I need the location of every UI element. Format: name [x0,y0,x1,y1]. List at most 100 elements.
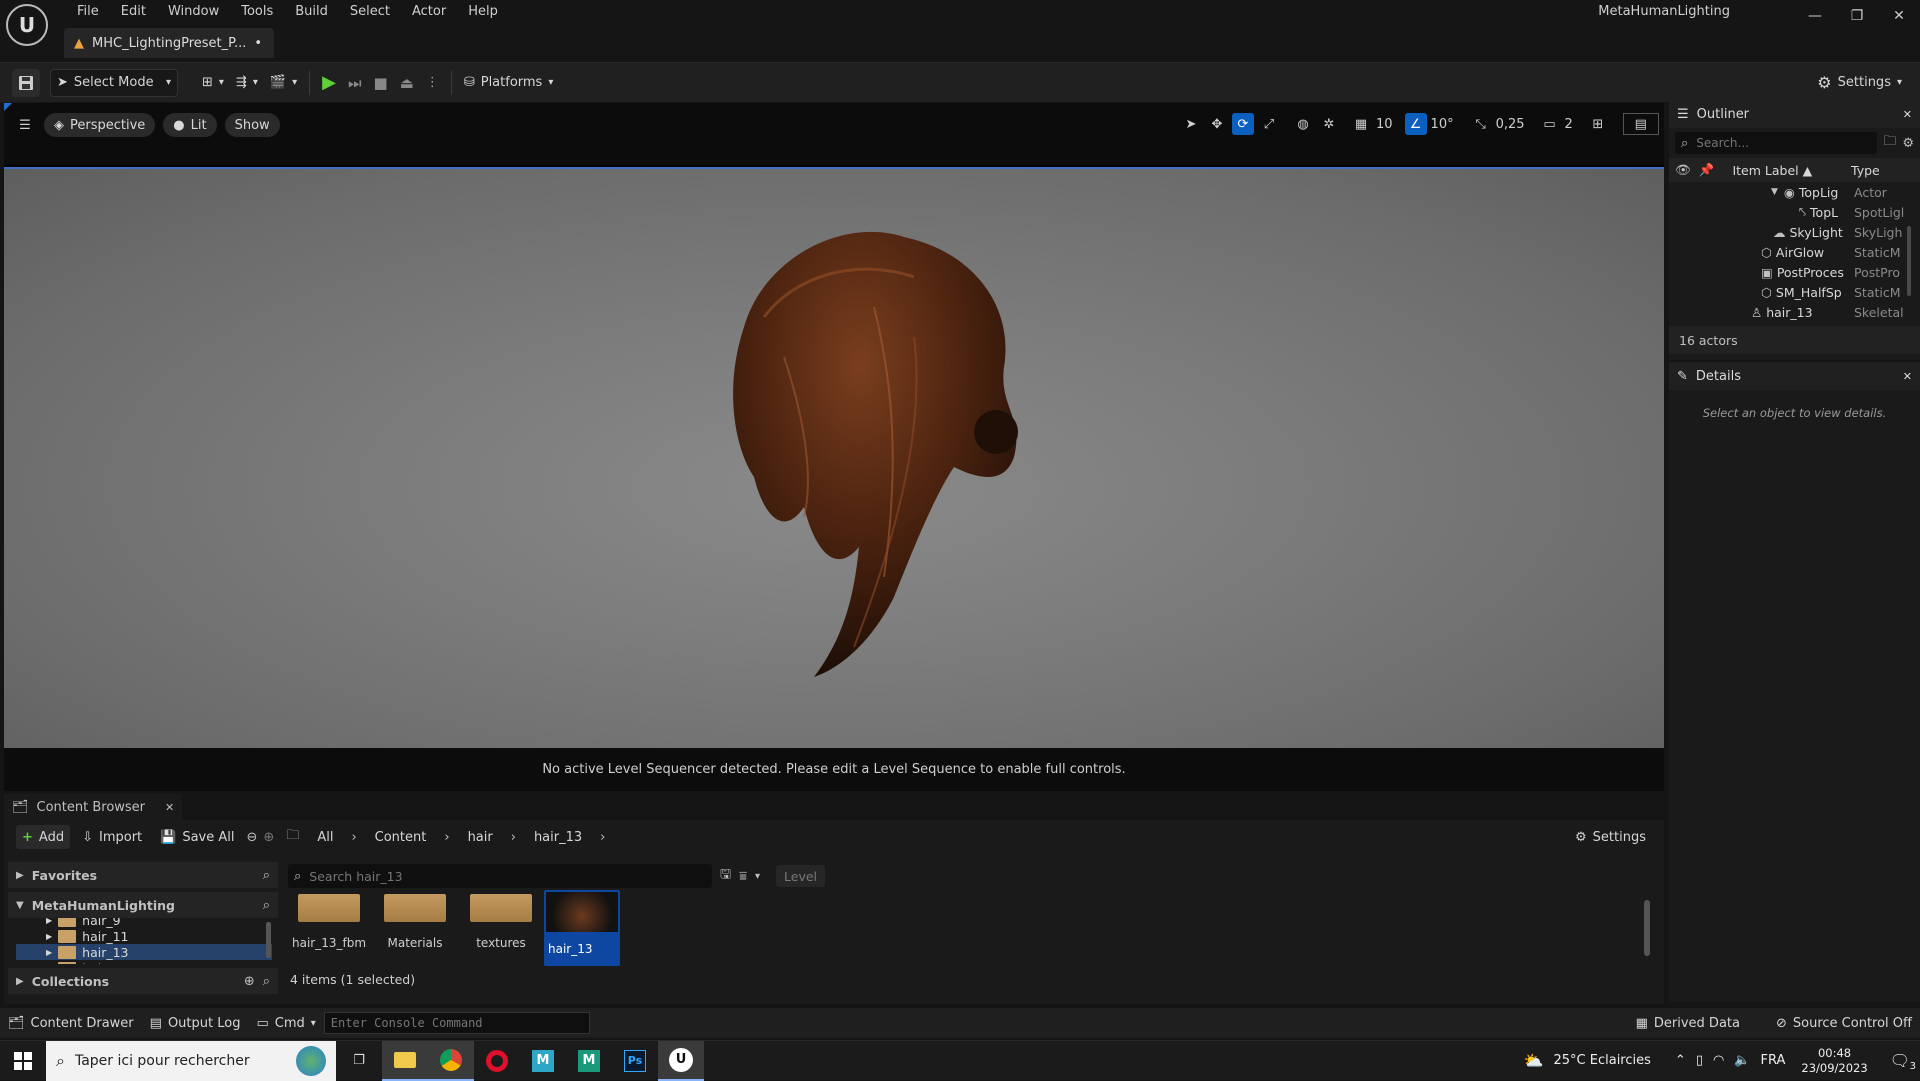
add-actor-button[interactable]: ⊞ ▾ [196,69,230,97]
project-header[interactable]: ▼ MetaHumanLighting ⌕ [8,892,278,918]
visibility-icon[interactable]: 👁 [1675,162,1691,178]
outliner-tab[interactable]: ☰ Outliner ✕ [1669,100,1920,128]
perspective-button[interactable]: ◈ Perspective [44,113,156,137]
add-collection-icon[interactable]: ⊕ [244,974,255,989]
breadcrumb-hair[interactable]: hair [462,825,499,849]
asset-scrollbar[interactable] [1644,900,1650,956]
viewport-layout-icon[interactable]: ▤ [1622,113,1659,135]
content-browser-tab[interactable]: 🗂 Content Browser ✕ [4,794,183,820]
surface-snap-icon[interactable]: ✲ [1318,113,1340,135]
collections-header[interactable]: ▶ Collections ⊕ ⌕ [8,968,278,994]
maya-2-icon[interactable]: M [566,1041,612,1081]
breadcrumb-hair-13[interactable]: hair_13 [528,825,588,849]
item-label-header[interactable]: Item Label ▲ [1732,163,1812,178]
forward-icon[interactable]: ⊕ [263,830,274,845]
menu-actor[interactable]: Actor [401,0,457,24]
search-icon[interactable]: ⌕ [263,974,270,989]
type-header[interactable]: Type [1851,163,1880,178]
add-button[interactable]: + Add [16,825,71,849]
taskbar-search-box[interactable]: ⌕ Taper ici pour rechercher [46,1040,336,1081]
unreal-engine-icon[interactable]: U [658,1040,704,1081]
menu-edit[interactable]: Edit [110,0,157,24]
translate-tool-icon[interactable]: ✥ [1206,113,1228,135]
maximize-viewport-icon[interactable]: ⊞ [1587,113,1609,135]
search-icon[interactable]: ⌕ [263,868,270,883]
outliner-row[interactable]: ♙ hair_13 Skeletal [1669,302,1920,322]
console-command-input[interactable] [323,1012,590,1034]
cmd-dropdown[interactable]: ▭ Cmd ▾ [248,1008,323,1038]
hair-model[interactable] [704,217,1044,677]
eject-icon[interactable]: ⏏ [394,69,420,97]
filter-icon[interactable]: ⩸ [739,869,747,884]
viewport-scene[interactable] [4,167,1664,748]
source-control-button[interactable]: ⊘ Source Control Off [1768,1008,1920,1038]
level-viewport[interactable]: ☰ ◈ Perspective ● Lit Show ➤ ✥ ⟳ ⤢ ◍ ✲ ▦… [4,103,1676,791]
windows-start-icon[interactable] [0,1041,46,1081]
save-all-button[interactable]: 💾 Save All [154,825,240,849]
restore-icon[interactable]: ❐ [1836,0,1878,32]
menu-window[interactable]: Window [157,0,230,24]
more-options-icon[interactable]: ⋮ [420,69,445,97]
asset-selected-hair-13[interactable]: hair_13 [544,890,620,966]
tablet-icon[interactable]: ▯ [1696,1053,1703,1068]
outliner-search-box[interactable]: ⌕ [1675,132,1878,154]
save-search-icon[interactable]: 🖫 [720,865,731,887]
outliner-search-input[interactable] [1694,135,1815,151]
world-space-icon[interactable]: ◍ [1292,113,1314,135]
content-drawer-button[interactable]: 🗂 Content Drawer [0,1008,142,1038]
scale-snap-icon[interactable]: ⤡ [1470,113,1492,135]
outliner-scrollbar[interactable] [1907,226,1911,296]
language-indicator[interactable]: FRA [1761,1053,1786,1068]
task-view-icon[interactable]: ❐ [336,1041,382,1081]
outliner-row[interactable]: ▣ PostProces PostPro [1669,262,1920,282]
chrome-icon[interactable] [428,1040,474,1081]
step-icon[interactable]: ⏭ [342,69,368,97]
derived-data-button[interactable]: ▦ Derived Data [1628,1008,1748,1038]
content-settings-button[interactable]: ⚙ Settings [1569,825,1652,849]
close-icon[interactable]: ✕ [165,801,174,814]
select-mode-dropdown[interactable]: ➤ Select Mode ▾ [50,68,178,97]
asset-folder[interactable]: textures [464,894,538,950]
outliner-row[interactable]: ⬡ AirGlow StaticM [1669,242,1920,262]
favorites-header[interactable]: ▶ Favorites ⌕ [8,862,278,888]
chevron-up-icon[interactable]: ⌃ [1675,1053,1686,1068]
stop-icon[interactable]: ■ [367,69,393,97]
show-button[interactable]: Show [224,113,280,137]
select-tool-icon[interactable]: ➤ [1180,113,1202,135]
camera-speed-icon[interactable]: ▭ [1539,113,1561,135]
volume-icon[interactable]: 🔈 [1734,1053,1750,1068]
tree-folder[interactable]: ▶ hair_14 [46,960,278,964]
menu-select[interactable]: Select [339,0,401,24]
rotation-snap-value[interactable]: 10° [1431,117,1454,132]
rotate-tool-icon[interactable]: ⟳ [1232,113,1254,135]
close-icon[interactable]: ✕ [1903,108,1912,121]
weather-icon[interactable]: ⛅ [1524,1051,1544,1070]
gear-icon[interactable]: ⚙ [1902,136,1914,151]
asset-search-input[interactable] [307,867,688,885]
asset-folder[interactable]: Materials [378,894,452,950]
search-icon[interactable]: ⌕ [263,898,270,913]
tree-folder[interactable]: ▶ hair_9 [46,918,278,928]
chevron-down-icon[interactable]: ▼ [1771,187,1778,197]
save-icon[interactable] [12,68,40,97]
asset-folder[interactable]: hair_13_fbm [292,894,366,950]
file-explorer-icon[interactable] [382,1040,428,1081]
tree-scrollbar[interactable] [266,922,271,958]
scale-tool-icon[interactable]: ⤢ [1258,113,1280,135]
level-document-tab[interactable]: ▲ MHC_LightingPreset_P... • [64,28,274,58]
breadcrumb-all[interactable]: All [311,825,339,849]
breadcrumb-content[interactable]: Content [369,825,433,849]
outliner-row[interactable]: ☁ SkyLight SkyLigh [1669,222,1920,242]
cinematics-button[interactable]: 🎬 ▾ [264,69,303,97]
scale-snap-value[interactable]: 0,25 [1496,117,1525,132]
opera-icon[interactable] [474,1041,520,1081]
unreal-logo-icon[interactable]: U [6,4,48,46]
import-button[interactable]: ⇩ Import [76,825,148,849]
outliner-row[interactable]: ▼ ◉ TopLig Actor [1669,182,1920,202]
back-icon[interactable]: ⊖ [247,830,258,845]
outliner-row[interactable]: ⤣ TopL SpotLigl [1669,202,1920,222]
camera-speed-value[interactable]: 2 [1565,117,1573,132]
maya-icon[interactable]: M [520,1041,566,1081]
menu-tools[interactable]: Tools [230,0,284,24]
notifications-button[interactable]: 🗨 3 [1890,1051,1916,1072]
